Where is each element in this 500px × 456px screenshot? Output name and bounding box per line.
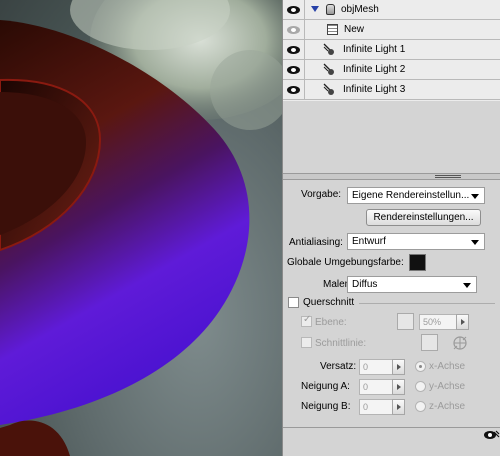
antialiasing-value: Entwurf: [352, 236, 386, 247]
tilt-a-label: Neigung A:: [301, 381, 350, 392]
3d-viewport[interactable]: [0, 0, 282, 456]
layer-name: Infinite Light 1: [343, 44, 406, 55]
plane-opacity-stepper[interactable]: [456, 314, 469, 330]
section-divider: [359, 303, 495, 304]
eye-icon: [287, 6, 300, 14]
layer-row-infinite-light-3[interactable]: Infinite Light 3: [283, 80, 500, 100]
infinite-light-icon: [323, 83, 334, 95]
tilt-b-stepper[interactable]: [392, 399, 405, 415]
texture-grid-icon: [327, 24, 338, 35]
tilt-a-value: 0: [363, 382, 369, 392]
offset-value: 0: [363, 362, 369, 372]
eye-icon: [287, 66, 300, 74]
eye-icon: [287, 46, 300, 54]
tilt-b-label: Neigung B:: [301, 401, 351, 412]
cross-section-checkbox[interactable]: [288, 297, 299, 308]
visibility-toggle[interactable]: [283, 80, 305, 100]
infinite-light-icon: [323, 43, 334, 55]
z-axis-label: z-Achse: [429, 401, 466, 412]
antialiasing-dropdown[interactable]: Entwurf: [347, 233, 485, 250]
flip-cross-section-icon[interactable]: [451, 334, 469, 352]
offset-label: Versatz:: [320, 361, 357, 372]
z-axis-radio[interactable]: [415, 401, 426, 412]
3d-properties-panel: objMesh New Infinite Light 1 Infinite Li…: [282, 0, 500, 456]
chevron-down-icon: [471, 194, 479, 199]
mesh-object-icon: [326, 4, 335, 15]
layer-name: Infinite Light 3: [343, 84, 406, 95]
ambient-color-label: Globale Umgebungsfarbe:: [287, 257, 404, 268]
visibility-toggle[interactable]: [283, 40, 305, 60]
rendered-mesh: [0, 0, 282, 456]
preset-dropdown[interactable]: Eigene Rendereinstellun...: [347, 187, 485, 204]
scene-layer-list: objMesh New Infinite Light 1 Infinite Li…: [283, 0, 500, 101]
paint-on-value: Diffus: [352, 279, 378, 290]
plane-color-swatch[interactable]: [397, 313, 414, 330]
tilt-b-field[interactable]: 0: [359, 399, 393, 415]
layer-name: objMesh: [341, 4, 379, 15]
plane-opacity-value: 50%: [423, 317, 442, 327]
checkmark-icon: ✓: [303, 314, 312, 325]
layer-row-infinite-light-2[interactable]: Infinite Light 2: [283, 60, 500, 80]
eye-icon: [287, 86, 300, 94]
y-axis-label: y-Achse: [429, 381, 466, 392]
intersection-color-swatch[interactable]: [421, 334, 438, 351]
paint-on-dropdown[interactable]: Diffus: [347, 276, 477, 293]
antialiasing-label: Antialiasing:: [289, 237, 343, 248]
intersection-label: Schnittlinie:: [315, 338, 367, 349]
layer-name: New: [344, 24, 365, 35]
cross-section-label: Querschnitt: [303, 297, 355, 308]
tilt-a-field[interactable]: 0: [359, 379, 393, 395]
eye-icon: [287, 26, 300, 34]
tilt-b-value: 0: [363, 402, 369, 412]
tilt-a-stepper[interactable]: [392, 379, 405, 395]
plane-checkbox[interactable]: ✓: [301, 314, 312, 327]
visibility-toggle[interactable]: [283, 60, 305, 80]
y-axis-radio[interactable]: [415, 381, 426, 392]
chevron-down-icon: [471, 240, 479, 245]
plane-opacity-field[interactable]: 50%: [419, 314, 457, 330]
visibility-toggle[interactable]: [283, 20, 305, 40]
offset-field[interactable]: 0: [359, 359, 393, 375]
visibility-toggle[interactable]: [283, 0, 305, 20]
panel-bottom-bar: [283, 427, 500, 456]
grip-icon[interactable]: [435, 175, 461, 178]
plane-label: Ebene:: [315, 317, 347, 328]
intersection-checkbox[interactable]: [301, 337, 312, 348]
x-axis-radio[interactable]: [415, 361, 426, 372]
preset-label: Vorgabe:: [301, 189, 342, 200]
panel-splitter[interactable]: [283, 173, 500, 180]
render-settings-button[interactable]: Rendereinstellungen...: [366, 209, 481, 226]
chevron-down-icon: [463, 283, 471, 288]
ambient-color-swatch[interactable]: [409, 254, 426, 271]
layer-name: Infinite Light 2: [343, 64, 406, 75]
expand-triangle-icon[interactable]: [311, 6, 319, 12]
layer-row-new[interactable]: New: [283, 20, 500, 40]
layer-row-objmesh[interactable]: objMesh: [283, 0, 500, 20]
scene-visibility-icon[interactable]: [484, 430, 500, 440]
infinite-light-icon: [323, 63, 334, 75]
layer-row-infinite-light-1[interactable]: Infinite Light 1: [283, 40, 500, 60]
offset-stepper[interactable]: [392, 359, 405, 375]
preset-value: Eigene Rendereinstellun...: [352, 190, 470, 201]
x-axis-label: x-Achse: [429, 361, 466, 372]
